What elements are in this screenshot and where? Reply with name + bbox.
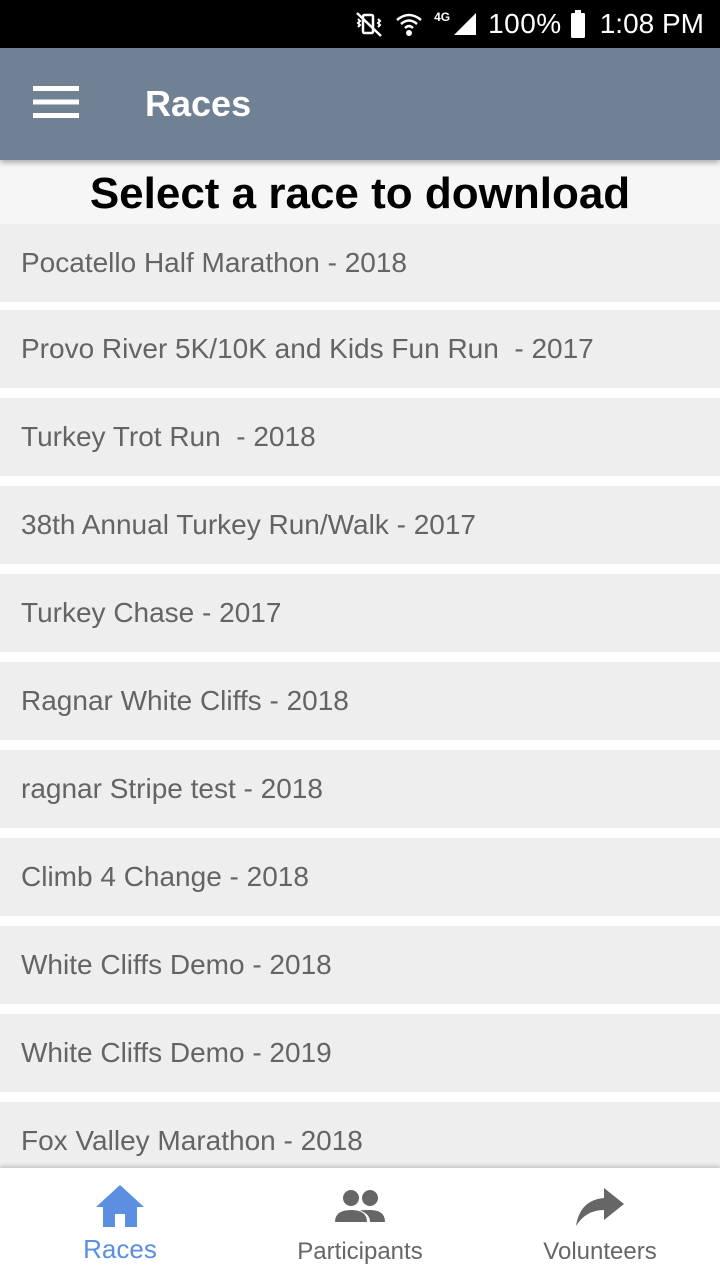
race-list-item[interactable]: Climb 4 Change - 2018 xyxy=(0,838,720,916)
tab-participants[interactable]: Participants xyxy=(240,1168,480,1280)
tab-label: Races xyxy=(83,1234,157,1264)
vibrate-mute-icon xyxy=(354,9,384,39)
people-icon xyxy=(332,1182,388,1230)
tab-label: Volunteers xyxy=(543,1238,657,1265)
race-name: Turkey Chase - 2017 xyxy=(21,597,282,628)
share-arrow-icon xyxy=(572,1182,628,1230)
race-list-item[interactable]: Ragnar White Cliffs - 2018 xyxy=(0,662,720,740)
home-icon xyxy=(92,1182,148,1230)
race-name: ragnar Stripe test - 2018 xyxy=(21,773,323,804)
page-heading: Select a race to download xyxy=(0,160,720,224)
race-name: Fox Valley Marathon - 2018 xyxy=(21,1125,363,1156)
race-name: Pocatello Half Marathon - 2018 xyxy=(21,247,407,278)
race-list-item[interactable]: Turkey Trot Run - 2018 xyxy=(0,398,720,476)
hamburger-menu-icon xyxy=(33,85,79,123)
race-name: Turkey Trot Run - 2018 xyxy=(21,421,316,452)
race-name: Climb 4 Change - 2018 xyxy=(21,861,309,892)
race-name: White Cliffs Demo - 2018 xyxy=(21,949,332,980)
app-bar: Races xyxy=(0,48,720,160)
tab-label: Participants xyxy=(297,1238,423,1265)
tab-volunteers[interactable]: Volunteers xyxy=(480,1168,720,1280)
bottom-navigation: Races Participants Volunteers xyxy=(0,1168,720,1280)
battery-icon xyxy=(570,9,586,39)
race-list[interactable]: Pocatello Half Marathon - 2018 Provo Riv… xyxy=(0,224,720,1168)
menu-button[interactable] xyxy=(22,76,90,132)
race-list-item[interactable]: White Cliffs Demo - 2019 xyxy=(0,1014,720,1092)
race-list-item[interactable]: Provo River 5K/10K and Kids Fun Run - 20… xyxy=(0,310,720,388)
network-type-icon: 4G xyxy=(434,10,451,24)
race-list-item[interactable]: Turkey Chase - 2017 xyxy=(0,574,720,652)
race-list-item[interactable]: White Cliffs Demo - 2018 xyxy=(0,926,720,1004)
screen: 4G 100% 1:08 PM Races Select a race to d… xyxy=(0,0,720,1280)
race-list-item[interactable]: Pocatello Half Marathon - 2018 xyxy=(0,224,720,302)
race-name: White Cliffs Demo - 2019 xyxy=(21,1037,332,1068)
race-list-item[interactable]: Fox Valley Marathon - 2018 xyxy=(0,1102,720,1168)
cell-signal-icon xyxy=(452,11,478,37)
app-title: Races xyxy=(145,83,252,124)
race-name: Ragnar White Cliffs - 2018 xyxy=(21,685,349,716)
race-list-item[interactable]: ragnar Stripe test - 2018 xyxy=(0,750,720,828)
wifi-calling-icon xyxy=(394,9,424,39)
race-name: 38th Annual Turkey Run/Walk - 2017 xyxy=(21,509,476,540)
clock: 1:08 PM xyxy=(599,8,704,39)
race-list-item[interactable]: 38th Annual Turkey Run/Walk - 2017 xyxy=(0,486,720,564)
battery-percent: 100% xyxy=(488,8,562,39)
status-bar: 4G 100% 1:08 PM xyxy=(0,0,720,48)
race-name: Provo River 5K/10K and Kids Fun Run - 20… xyxy=(21,333,594,364)
tab-races[interactable]: Races xyxy=(0,1168,240,1280)
